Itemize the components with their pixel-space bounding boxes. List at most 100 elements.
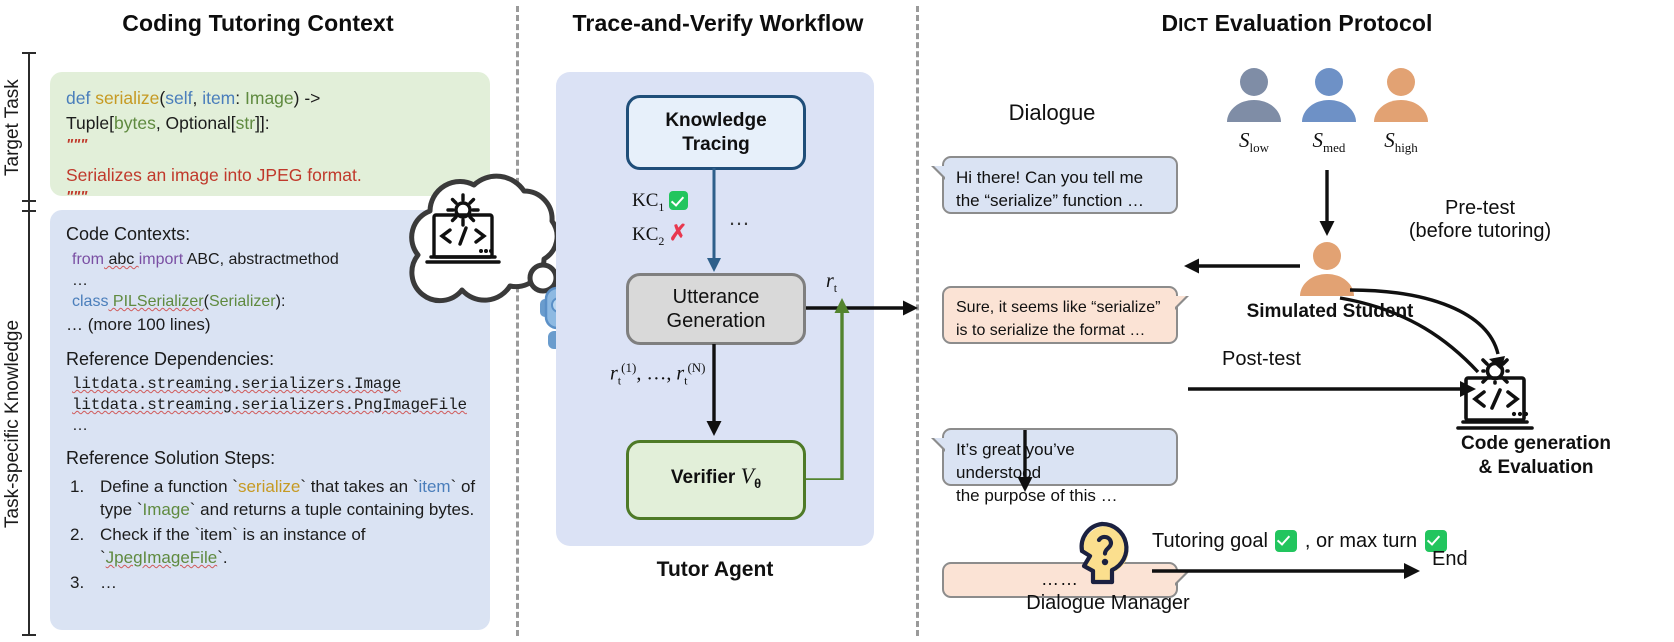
code-paren-close: ) -> (293, 88, 321, 108)
ctx-from: from (72, 251, 104, 268)
bubble-2-line-1: It’s great you’ve understood (956, 440, 1075, 482)
kc-2-label: KC2 (632, 224, 665, 248)
verifier-node[interactable]: Verifier Vθ (626, 440, 806, 520)
cand-r2: r (676, 362, 685, 385)
side-axis-tick-bottom (22, 634, 36, 636)
code-bracket-close: ]]: (255, 113, 270, 133)
code-fnname: serialize (95, 88, 160, 108)
verifier-feedback-connector (806, 478, 808, 480)
student-icon-med (1302, 68, 1356, 122)
rt-r: r (826, 270, 834, 292)
cand-sup1: (1) (621, 360, 637, 375)
code-generation-label: Code generation & Evaluation (1406, 432, 1666, 480)
dialogue-bubble-1[interactable]: Sure, it seems like “serialize” is to se… (942, 286, 1189, 344)
code-def: def (66, 88, 91, 108)
code-item: item (202, 88, 236, 108)
dialogue-bubble-0[interactable]: Hi there! Can you tell me the “serialize… (931, 156, 1178, 214)
solution-step-1: 1. Define a function `serialize` that ta… (70, 475, 490, 521)
utterance-generation-node[interactable]: Utterance Generation (626, 273, 806, 345)
step-2-num: 2. (70, 525, 85, 544)
title-ict: ICT (1178, 15, 1209, 35)
bubble-tail-0 (931, 166, 945, 180)
panel-title-left: Coding Tutoring Context (122, 10, 394, 36)
ctx-classname: PILSerializer (108, 293, 204, 310)
kt-line-1: Knowledge (665, 109, 767, 131)
step-1-text-c: ` of (450, 477, 476, 496)
divider-right (916, 6, 919, 636)
s-med-sub: med (1323, 140, 1346, 156)
arrow-student-to-dialogue (1184, 258, 1300, 274)
check-icon (668, 191, 688, 210)
side-label-target-task: Target Task (2, 79, 23, 176)
kc-2-row: KC2 ✗ (632, 222, 687, 249)
dialogue-bubble-2[interactable]: It’s great you’ve understood the purpose… (931, 428, 1178, 505)
kc-1-text: KC (632, 190, 659, 211)
dep-item-0: litdata.streaming.serializers.Image (72, 375, 402, 393)
side-axis-tick-top (22, 52, 36, 54)
dep-item-1: litdata.streaming.serializers.PngImageFi… (72, 396, 467, 414)
s-low-s: S (1239, 128, 1250, 152)
ref-steps-heading: Reference Solution Steps: (66, 448, 276, 468)
step-1-code-item: item (418, 477, 451, 496)
kc-1-sub: 1 (658, 199, 665, 214)
cand-r1: r (610, 362, 618, 385)
bubble-tail-2 (931, 438, 945, 452)
dialogue-heading: Dialogue (1008, 100, 1096, 125)
arrow-dialogue-to-manager (1017, 430, 1033, 492)
title-rest: Evaluation Protocol (1208, 10, 1433, 36)
verifier-sub: θ (754, 475, 762, 491)
stop-condition-row: Tutoring goal , or max turn (1152, 530, 1450, 553)
step-1-text-e: ` and returns a tuple containing bytes. (189, 500, 475, 519)
bubble-2-line-2: the purpose of this … (956, 486, 1118, 505)
x-icon: ✗ (668, 220, 688, 245)
code-generation-icon (1456, 358, 1534, 430)
stop-text-1: Tutoring goal (1152, 530, 1268, 552)
verifier-text: Verifier (670, 467, 741, 489)
bubble-0-line-1: Hi there! Can you tell me (956, 168, 1144, 187)
arrow-to-end (1152, 563, 1420, 579)
arrow-ug-to-verifier (706, 344, 722, 436)
panel-title-middle: Trace-and-Verify Workflow (572, 10, 864, 36)
student-label-low: Slow (1223, 128, 1285, 156)
kc-2-sub: 2 (658, 233, 665, 248)
ctx-names: ABC, abstractmethod (183, 251, 339, 268)
kc-2-text: KC (632, 224, 659, 245)
step-1-text-a: Define a function ` (100, 477, 238, 496)
s-high-s: S (1384, 128, 1395, 152)
rt-sub: t (833, 281, 838, 295)
pretest-line-1: Pre-test (1444, 197, 1516, 219)
check-icon-goal (1275, 530, 1298, 552)
code-comma: , (192, 88, 203, 108)
dialogue-manager-label: Dialogue Manager (1026, 592, 1190, 614)
pretest-label: Pre-test (before tutoring) (1380, 197, 1580, 243)
kc-ellipsis: … (728, 205, 752, 230)
bubble-1-line-1: Sure, it seems like “serialize” (956, 299, 1161, 316)
side-axis-tick-mid1 (22, 200, 36, 202)
posttest-label: Post-test (1222, 348, 1301, 370)
arrow-students-to-simulated (1319, 170, 1335, 236)
panel-title-right: DICT Evaluation Protocol (920, 10, 1674, 37)
knowledge-tracing-node[interactable]: Knowledge Tracing (626, 95, 806, 170)
code-image-type: Image (245, 88, 294, 108)
code-optional: , Optional[ (155, 113, 236, 133)
ug-line-1: Utterance (672, 286, 760, 308)
cand-sup2: (N) (687, 360, 706, 375)
dep-item-2: … (72, 417, 88, 434)
arrow-kt-to-ug (707, 168, 721, 272)
step-3-num: 3. (70, 573, 85, 592)
title-d: D (1161, 10, 1179, 36)
kc-1-row: KC1 (632, 190, 688, 215)
cand-sub1: t (617, 373, 622, 388)
s-low-sub: low (1249, 140, 1270, 156)
pretest-line-2: (before tutoring) (1408, 220, 1552, 242)
code-bytes: bytes (114, 113, 156, 133)
stop-text-2: , or max turn (1304, 530, 1418, 552)
dialogue-manager-icon (1079, 521, 1129, 585)
code-tuple: Tuple[ (66, 113, 114, 133)
student-label-med: Smed (1298, 128, 1360, 156)
ctx-paren-close: ): (275, 293, 286, 310)
step-2-text-b: `. (217, 548, 228, 567)
solution-step-2: 2. Check if the `item` is an instance of… (70, 523, 490, 569)
ctx-baseclass: Serializer (208, 293, 276, 310)
candidate-responses-label: rt(1), …, rt(N) (610, 360, 706, 389)
